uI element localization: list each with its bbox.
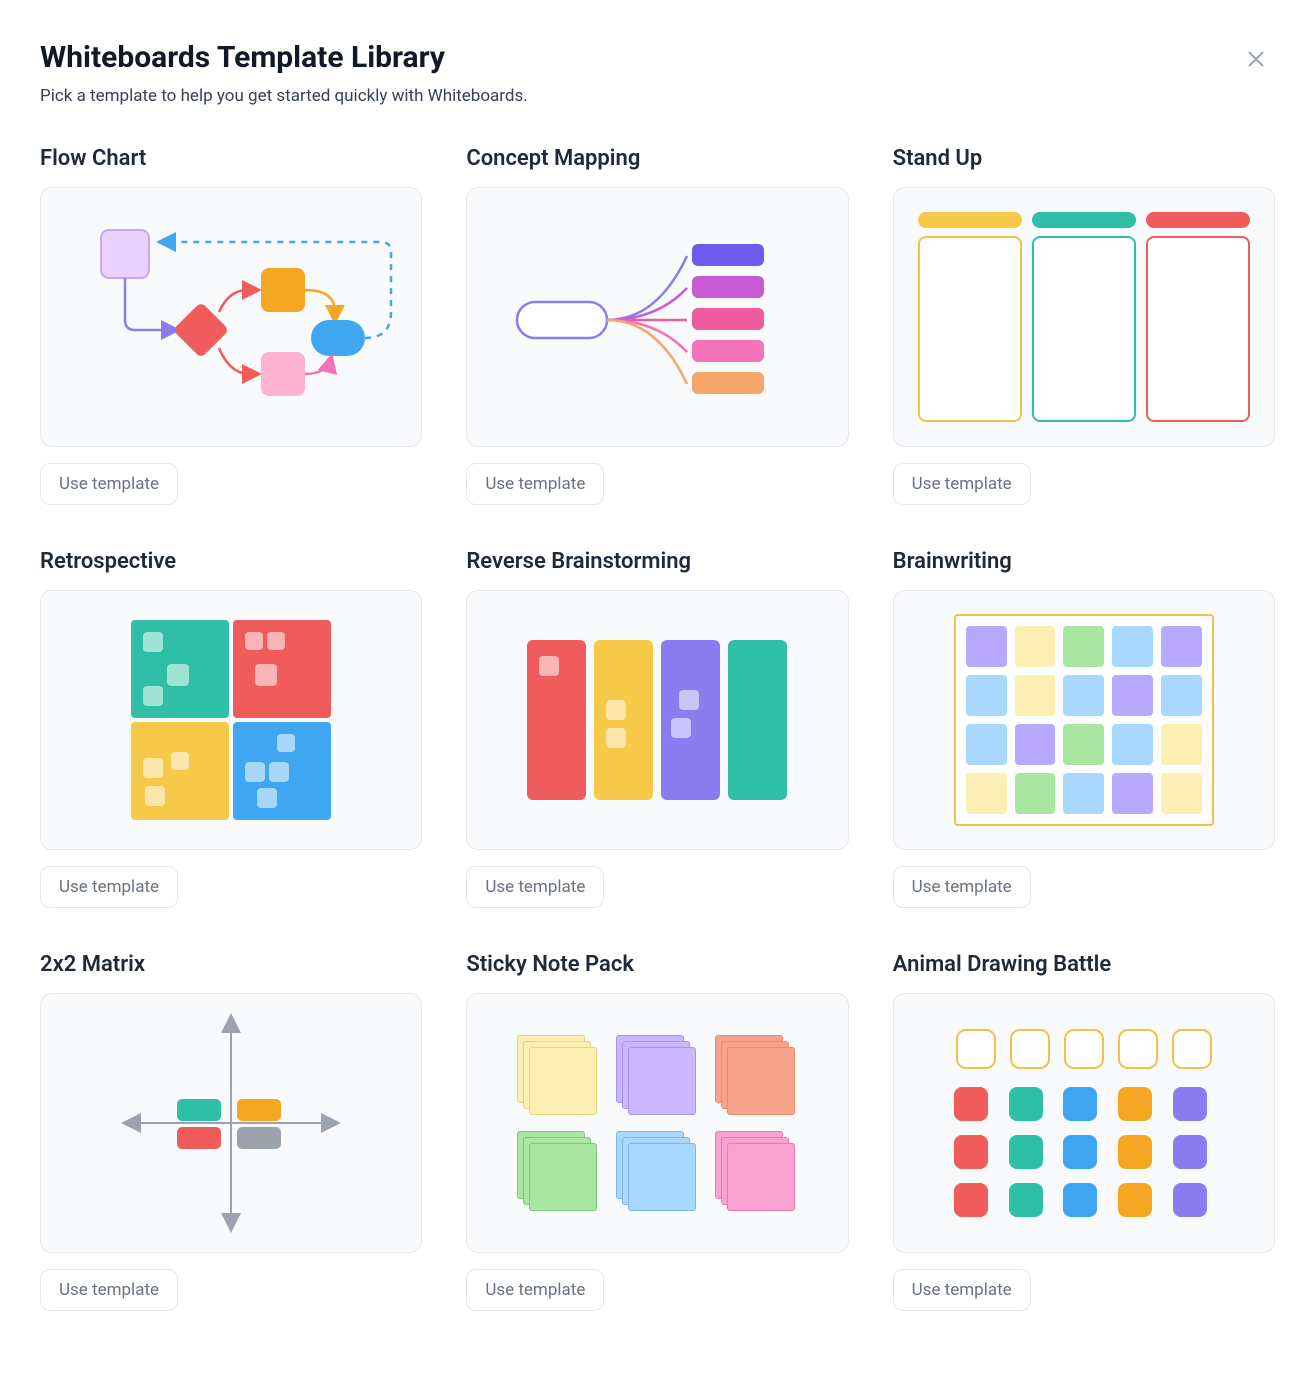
template-title: Concept Mapping xyxy=(466,146,848,171)
use-template-button[interactable]: Use template xyxy=(40,1269,178,1311)
template-grid: Flow Chart xyxy=(40,146,1275,1311)
use-template-button[interactable]: Use template xyxy=(466,866,604,908)
template-card-stand-up: Stand Up Use template xyxy=(893,146,1275,505)
standup-icon xyxy=(894,188,1274,446)
use-template-button[interactable]: Use template xyxy=(893,866,1031,908)
close-icon xyxy=(1245,48,1267,70)
use-template-button[interactable]: Use template xyxy=(40,866,178,908)
sticky-pack-icon xyxy=(517,1035,797,1211)
template-preview[interactable] xyxy=(40,187,422,447)
template-card-sticky-note-pack: Sticky Note Pack Use template xyxy=(466,952,848,1311)
template-card-reverse-brainstorming: Reverse Brainstorming Use template xyxy=(466,549,848,908)
page-title: Whiteboards Template Library xyxy=(40,40,445,75)
template-title: Animal Drawing Battle xyxy=(893,952,1275,977)
template-card-concept-mapping: Concept Mapping Use template xyxy=(466,146,848,505)
template-library-modal: Whiteboards Template Library Pick a temp… xyxy=(40,40,1275,1311)
matrix-icon xyxy=(121,1013,341,1233)
template-card-2x2-matrix: 2x2 Matrix Use template xyxy=(40,952,422,1311)
use-template-button[interactable]: Use template xyxy=(40,463,178,505)
template-preview[interactable] xyxy=(40,993,422,1253)
animal-drawing-icon xyxy=(954,1029,1214,1217)
template-preview[interactable] xyxy=(466,187,848,447)
template-card-animal-drawing-battle: Animal Drawing Battle Use template xyxy=(893,952,1275,1311)
template-title: Flow Chart xyxy=(40,146,422,171)
template-title: Brainwriting xyxy=(893,549,1275,574)
template-title: 2x2 Matrix xyxy=(40,952,422,977)
template-card-flow-chart: Flow Chart xyxy=(40,146,422,505)
use-template-button[interactable]: Use template xyxy=(466,463,604,505)
template-preview[interactable] xyxy=(466,993,848,1253)
template-preview[interactable] xyxy=(893,590,1275,850)
close-button[interactable] xyxy=(1237,40,1275,78)
template-preview[interactable] xyxy=(40,590,422,850)
use-template-button[interactable]: Use template xyxy=(466,1269,604,1311)
use-template-button[interactable]: Use template xyxy=(893,463,1031,505)
template-card-retrospective: Retrospective Use template xyxy=(40,549,422,908)
template-preview[interactable] xyxy=(893,187,1275,447)
template-title: Stand Up xyxy=(893,146,1275,171)
template-title: Retrospective xyxy=(40,549,422,574)
page-subtitle: Pick a template to help you get started … xyxy=(40,86,1275,106)
template-card-brainwriting: Brainwriting Use template xyxy=(893,549,1275,908)
template-title: Reverse Brainstorming xyxy=(466,549,848,574)
use-template-button[interactable]: Use template xyxy=(893,1269,1031,1311)
reverse-brainstorming-icon xyxy=(527,640,787,800)
template-title: Sticky Note Pack xyxy=(466,952,848,977)
flow-chart-icon xyxy=(61,212,401,422)
brainwriting-icon xyxy=(954,614,1214,825)
template-preview[interactable] xyxy=(893,993,1275,1253)
retrospective-icon xyxy=(131,620,331,820)
concept-mapping-icon xyxy=(487,212,827,422)
modal-header: Whiteboards Template Library xyxy=(40,40,1275,78)
template-preview[interactable] xyxy=(466,590,848,850)
